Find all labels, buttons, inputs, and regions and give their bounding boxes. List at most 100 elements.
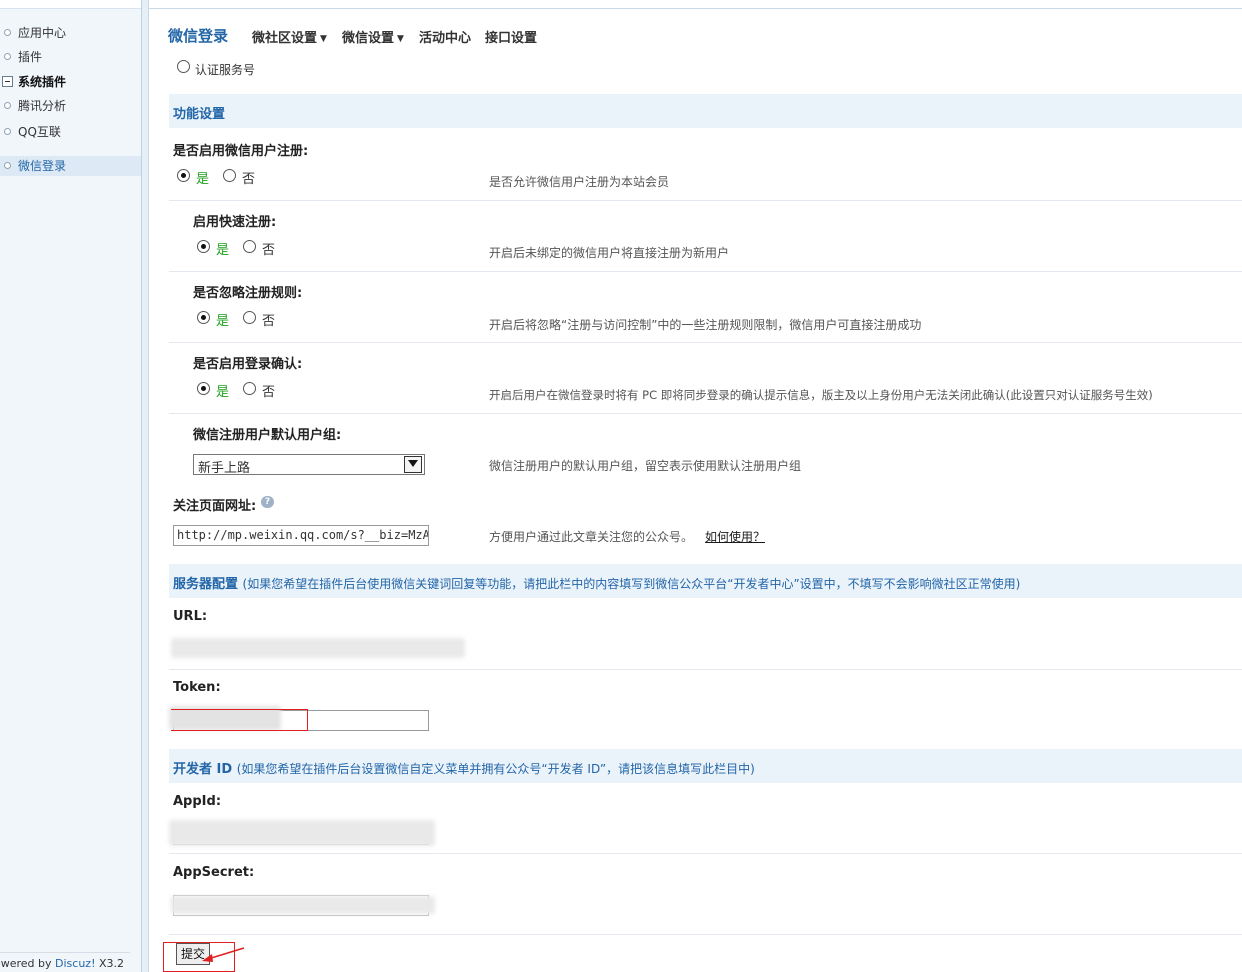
redacted-appsecret-value [171, 896, 435, 914]
setting-label: 是否启用登录确认: [193, 357, 303, 372]
chevron-down-icon[interactable] [404, 456, 422, 473]
frame-divider[interactable] [142, 0, 149, 972]
divider [0, 952, 130, 953]
sidebar-item-label: QQ互联 [18, 125, 61, 139]
setting-tip: 开启后用户在微信登录时将有 PC 即将同步登录的确认提示信息，版主及以上身份用户… [489, 388, 1153, 402]
sidebar-item-label: 插件 [18, 50, 43, 64]
sidebar-footer: owered by Discuz! X3.2 [0, 957, 124, 970]
tab-label: 微社区设置 [252, 31, 318, 46]
section-note: (如果您希望在插件后台设置微信自定义菜单并拥有公众号“开发者 ID”，请把该信息… [236, 762, 755, 776]
radio-yes-label: 是 [216, 243, 230, 258]
tab-api-settings[interactable]: 接口设置 [485, 27, 537, 46]
setting-tip: 是否允许微信用户注册为本站会员 [489, 175, 670, 189]
collapse-icon[interactable] [2, 76, 13, 87]
bullet-icon [4, 102, 11, 109]
sidebar-topbar [0, 0, 141, 9]
radio-yes[interactable] [197, 311, 210, 324]
section-title-text: 服务器配置 [173, 577, 239, 592]
radio-no-label: 否 [242, 172, 256, 187]
radio-no-label: 否 [262, 385, 276, 400]
radio-yes[interactable] [197, 382, 210, 395]
divider [169, 413, 1242, 414]
sidebar-item-app-center[interactable]: 应用中心 [0, 23, 141, 43]
radio-no-label: 否 [262, 243, 276, 258]
bullet-icon [4, 162, 11, 169]
caret-down-icon: ▼ [397, 34, 404, 44]
sidebar: 应用中心 插件 系统插件 腾讯分析 QQ互联 微信登录 owered by Di… [0, 0, 142, 972]
setting-tip: 方便用户通过此文章关注您的公众号。 如何使用？ [489, 528, 765, 545]
divider [169, 200, 1242, 201]
divider [169, 934, 1242, 935]
sidebar-group-label: 系统插件 [18, 75, 67, 89]
section-title: 开发者 ID (如果您希望在插件后台设置微信自定义菜单并拥有公众号“开发者 ID… [173, 758, 755, 777]
option-label: 认证服务号 [195, 63, 256, 77]
how-to-use-link[interactable]: 如何使用？ [705, 530, 765, 544]
footer-brand-link[interactable]: Discuz! [55, 957, 95, 970]
setting-label: 关注页面网址: [173, 499, 257, 514]
section-header-server: 服务器配置 (如果您希望在插件后台使用微信关键词回复等功能，请把此栏中的内容填写… [169, 564, 1242, 598]
divider [169, 271, 1242, 272]
tab-activity-center[interactable]: 活动中心 [419, 27, 471, 46]
redacted-appid-value [169, 820, 435, 846]
field-label-url: URL: [173, 609, 208, 624]
radio-no[interactable] [243, 382, 256, 395]
bullet-icon [4, 29, 11, 36]
select-value: 新手上路 [198, 461, 251, 476]
radio-yes-label: 是 [216, 385, 230, 400]
tab-label: 微信设置 [342, 31, 395, 46]
bullet-icon [4, 128, 11, 135]
redacted-url-value [171, 638, 465, 658]
sidebar-item-label: 微信登录 [18, 159, 67, 173]
footer-version: X3.2 [95, 957, 125, 970]
radio-yes-label: 是 [196, 172, 210, 187]
help-icon[interactable]: ? [261, 496, 274, 508]
main-content: 微信登录 微社区设置 ▼ 微信设置 ▼ 活动中心 接口设置 认证服务号 功能设置 是… [149, 0, 1242, 972]
sidebar-item-qq-connect[interactable]: QQ互联 [0, 122, 141, 142]
sidebar-item-wechat-login[interactable]: 微信登录 [0, 156, 141, 176]
setting-label: 是否忽略注册规则: [193, 286, 303, 301]
setting-label: 启用快速注册: [193, 215, 277, 230]
section-header-developer-id: 开发者 ID (如果您希望在插件后台设置微信自定义菜单并拥有公众号“开发者 ID… [169, 749, 1242, 783]
page-title[interactable]: 微信登录 [168, 25, 228, 45]
radio-yes[interactable] [197, 240, 210, 253]
radio-no[interactable] [223, 169, 236, 182]
input-value: http://mp.weixin.qq.com/s?__biz=MzAwO [177, 528, 429, 542]
setting-label: 是否启用微信用户注册: [173, 144, 309, 159]
usergroup-select[interactable]: 新手上路 [193, 454, 425, 476]
section-title: 功能设置 [173, 107, 226, 122]
radio-no[interactable] [243, 240, 256, 253]
bullet-icon [4, 53, 11, 60]
field-label-appsecret: AppSecret: [173, 865, 255, 880]
radio-yes[interactable] [177, 169, 190, 182]
radio-yes-label: 是 [216, 314, 230, 329]
sidebar-item-label: 应用中心 [18, 26, 67, 40]
field-label-token: Token: [173, 680, 221, 695]
sidebar-item-tencent-analytics[interactable]: 腾讯分析 [0, 96, 141, 116]
follow-url-input[interactable]: http://mp.weixin.qq.com/s?__biz=MzAwO [173, 525, 429, 546]
divider [169, 669, 1242, 670]
radio-button[interactable] [177, 60, 190, 73]
section-header-function: 功能设置 [169, 94, 1242, 128]
highlight-box [171, 709, 308, 731]
partial-option-row: 认证服务号 [176, 55, 476, 77]
section-note: (如果您希望在插件后台使用微信关键词回复等功能，请把此栏中的内容填写到微信公众平… [242, 577, 1021, 591]
tab-community-settings[interactable]: 微社区设置 ▼ [252, 27, 327, 46]
sidebar-item-plugins[interactable]: 插件 [0, 47, 141, 67]
setting-tip: 开启后将忽略“注册与访问控制”中的一些注册规则限制，微信用户可直接注册成功 [489, 318, 922, 332]
section-title-text: 开发者 ID [173, 762, 233, 777]
radio-no[interactable] [243, 311, 256, 324]
divider [149, 8, 1242, 9]
sidebar-item-label: 腾讯分析 [18, 99, 67, 113]
tab-wechat-settings[interactable]: 微信设置 ▼ [342, 27, 404, 46]
tip-text: 方便用户通过此文章关注您的公众号。 [489, 530, 694, 544]
annotation-arrow-icon [202, 947, 245, 962]
section-title: 服务器配置 (如果您希望在插件后台使用微信关键词回复等功能，请把此栏中的内容填写… [173, 573, 1020, 592]
caret-down-icon: ▼ [320, 34, 327, 44]
setting-tip: 开启后未绑定的微信用户将直接注册为新用户 [489, 246, 730, 260]
sidebar-group-system-plugins[interactable]: 系统插件 [0, 72, 141, 92]
setting-tip: 微信注册用户的默认用户组，留空表示使用默认注册用户组 [489, 459, 802, 473]
field-label-appid: AppId: [173, 794, 222, 809]
setting-label: 微信注册用户默认用户组: [193, 428, 342, 443]
divider [169, 342, 1242, 343]
footer-prefix: owered by [0, 957, 56, 970]
